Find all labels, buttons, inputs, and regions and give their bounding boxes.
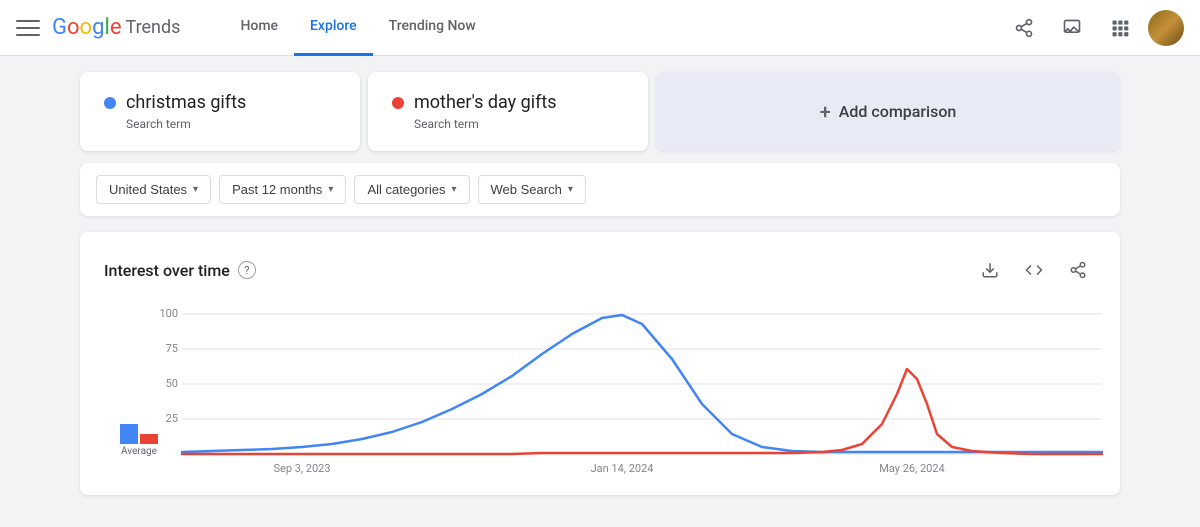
nav-explore[interactable]: Explore: [294, 0, 373, 56]
download-button[interactable]: [972, 252, 1008, 288]
search-cards: christmas gifts Search term mother's day…: [80, 72, 1120, 151]
help-icon[interactable]: ?: [238, 261, 256, 279]
search-term-1: christmas gifts: [126, 92, 246, 113]
logo: Google Trends: [52, 15, 180, 40]
share-chart-button[interactable]: [1060, 252, 1096, 288]
search-type-label: Web Search: [491, 182, 562, 197]
header-right: [1004, 8, 1184, 48]
chart-header: Interest over time ?: [104, 252, 1096, 288]
search-dot-red: [392, 97, 404, 109]
embed-button[interactable]: [1016, 252, 1052, 288]
search-card-1: christmas gifts Search term: [80, 72, 360, 151]
menu-icon[interactable]: [16, 16, 40, 40]
search-card-title-2: mother's day gifts: [392, 92, 624, 113]
header-left: Google Trends Home Explore Trending Now: [16, 0, 492, 56]
chevron-down-icon: ▾: [451, 184, 456, 195]
svg-text:50: 50: [166, 377, 178, 390]
svg-text:May 26, 2024: May 26, 2024: [879, 462, 944, 475]
search-subtitle-1: Search term: [126, 117, 336, 131]
filters-bar: United States ▾ Past 12 months ▾ All cat…: [80, 163, 1120, 216]
legend-label: Average: [121, 446, 157, 457]
search-term-2: mother's day gifts: [414, 92, 557, 113]
feedback-button[interactable]: [1052, 8, 1092, 48]
nav-trending[interactable]: Trending Now: [373, 0, 492, 56]
time-range-label: Past 12 months: [232, 182, 322, 197]
category-label: All categories: [367, 182, 445, 197]
location-label: United States: [109, 182, 187, 197]
chart-section: Interest over time ?: [80, 232, 1120, 495]
chart-title-area: Interest over time ?: [104, 261, 256, 280]
add-comparison-label: Add comparison: [839, 102, 957, 121]
apps-button[interactable]: [1100, 8, 1140, 48]
svg-text:Jan 14, 2024: Jan 14, 2024: [591, 462, 654, 475]
location-filter[interactable]: United States ▾: [96, 175, 211, 204]
chevron-down-icon: ▾: [328, 184, 333, 195]
plus-icon: +: [820, 100, 831, 124]
google-wordmark: Google: [52, 15, 121, 40]
nav-home[interactable]: Home: [224, 0, 294, 56]
avatar[interactable]: [1148, 10, 1184, 46]
chevron-down-icon: ▾: [193, 184, 198, 195]
main-content: christmas gifts Search term mother's day…: [0, 56, 1200, 527]
main-nav: Home Explore Trending Now: [224, 0, 491, 56]
chart-actions: [972, 252, 1096, 288]
svg-text:25: 25: [166, 412, 178, 425]
add-comparison-button[interactable]: + Add comparison: [656, 72, 1120, 151]
svg-text:75: 75: [166, 342, 178, 355]
header: Google Trends Home Explore Trending Now: [0, 0, 1200, 56]
search-type-filter[interactable]: Web Search ▾: [478, 175, 586, 204]
search-dot-blue: [104, 97, 116, 109]
time-range-filter[interactable]: Past 12 months ▾: [219, 175, 346, 204]
category-filter[interactable]: All categories ▾: [354, 175, 469, 204]
chart-area: Average 100 75 50 25 Sep 3: [104, 304, 1096, 479]
trends-wordmark: Trends: [125, 17, 180, 38]
search-card-2: mother's day gifts Search term: [368, 72, 648, 151]
chart-title: Interest over time: [104, 261, 230, 280]
svg-text:Sep 3, 2023: Sep 3, 2023: [273, 462, 330, 475]
share-button[interactable]: [1004, 8, 1044, 48]
interest-chart: 100 75 50 25 Sep 3, 2023 Jan 14, 2024 Ma…: [182, 304, 1102, 479]
chevron-down-icon: ▾: [568, 184, 573, 195]
svg-text:100: 100: [159, 307, 178, 320]
search-subtitle-2: Search term: [414, 117, 624, 131]
search-card-title-1: christmas gifts: [104, 92, 336, 113]
